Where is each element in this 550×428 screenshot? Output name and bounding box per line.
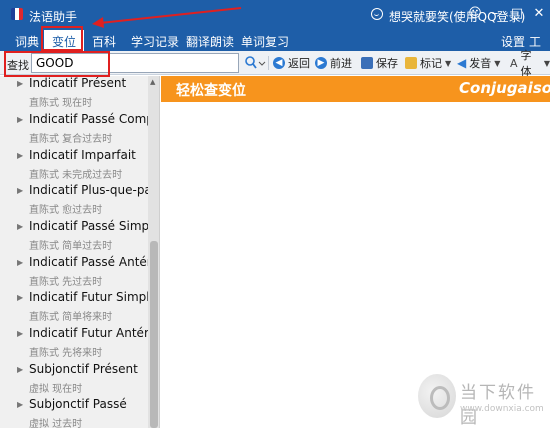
- pronounce-button[interactable]: ◀ 发音 ▼: [457, 55, 500, 71]
- expand-arrow-icon[interactable]: ▶: [17, 365, 23, 374]
- watermark-title: 当下软件园: [460, 383, 536, 428]
- expand-arrow-icon[interactable]: ▶: [17, 400, 23, 409]
- list-item[interactable]: ▶ Subjonctif Présent 虚拟 现在时: [0, 362, 148, 397]
- toolbar-divider: [268, 56, 269, 70]
- tense-name: Indicatif Futur Simple: [29, 290, 158, 304]
- save-button[interactable]: 保存: [361, 55, 398, 71]
- tense-name: Indicatif Imparfait: [29, 148, 136, 162]
- conjugation-list: ▶ Indicatif Présent 直陈式 现在时 ▶ Indicatif …: [0, 76, 160, 428]
- tense-name: Indicatif Futur Antérieur: [29, 326, 160, 340]
- tense-name: Indicatif Passé Composé: [29, 112, 159, 126]
- banner-title: 轻松查变位: [176, 83, 246, 99]
- back-label: 返回: [288, 57, 310, 70]
- user-icon[interactable]: [371, 8, 383, 20]
- forward-label: 前进: [330, 57, 352, 70]
- tense-description: 直陈式 复合过去时: [29, 134, 113, 145]
- conjugation-banner: 轻松查变位 Conjugaison: [161, 76, 550, 102]
- smiley-icon[interactable]: ☺: [467, 6, 483, 22]
- banner-subtitle: Conjugaison: [459, 79, 550, 97]
- site-watermark: 当下软件园 www.downxia.com: [414, 372, 550, 428]
- tab-translate-read[interactable]: 翻译朗读: [186, 33, 234, 50]
- minimize-button[interactable]: –: [487, 6, 503, 22]
- list-item[interactable]: ▶ Indicatif Passé Composé 直陈式 复合过去时: [0, 112, 159, 147]
- expand-arrow-icon[interactable]: ▶: [17, 115, 23, 124]
- tense-description: 直陈式 先过去时: [29, 277, 103, 288]
- expand-arrow-icon[interactable]: ▶: [17, 222, 23, 231]
- list-item[interactable]: ▶ Indicatif Futur Antérieur 直陈式 先将来时: [0, 326, 159, 361]
- tense-name: Subjonctif Passé: [29, 397, 127, 411]
- tense-name: Subjonctif Présent: [29, 362, 138, 376]
- pronounce-label: 发音: [469, 57, 492, 70]
- tense-name: Indicatif Présent: [29, 76, 127, 90]
- app-logo-icon: [11, 8, 23, 20]
- tense-description: 直陈式 先将来时: [29, 348, 103, 359]
- tab-dictionary[interactable]: 词典: [15, 33, 39, 50]
- tense-description: 直陈式 简单将来时: [29, 312, 113, 323]
- list-item[interactable]: ▶ Indicatif Plus-que-parfait 直陈式 愈过去时: [0, 183, 159, 218]
- save-icon: [361, 57, 373, 69]
- expand-arrow-icon[interactable]: ▶: [17, 329, 23, 338]
- expand-arrow-icon[interactable]: ▶: [17, 186, 23, 195]
- expand-arrow-icon[interactable]: ▶: [17, 151, 23, 160]
- tab-conjugation[interactable]: 变位: [44, 30, 85, 51]
- scrollbar-thumb[interactable]: [150, 241, 158, 428]
- tense-name: Indicatif Passé Simple: [29, 219, 160, 233]
- font-button[interactable]: A 字体 ▼: [510, 49, 550, 78]
- list-item[interactable]: ▶ Indicatif Présent 直陈式 现在时: [0, 76, 148, 111]
- bookmark-button[interactable]: 标记 ▼: [405, 55, 451, 71]
- expand-arrow-icon[interactable]: ▶: [17, 293, 23, 302]
- list-scrollbar[interactable]: ▲: [148, 76, 159, 428]
- menu-bar: 词典 变位 百科 学习记录 翻译朗读 单词复习 设置 工具: [0, 30, 550, 66]
- list-item[interactable]: ▶ Indicatif Imparfait 直陈式 未完成过去时: [0, 148, 148, 183]
- expand-arrow-icon[interactable]: ▶: [17, 258, 23, 267]
- watermark-url: www.downxia.com: [460, 404, 544, 414]
- chevron-down-icon: ▼: [445, 58, 452, 68]
- tense-description: 直陈式 愈过去时: [29, 205, 103, 216]
- forward-arrow-icon: ▶: [315, 57, 327, 69]
- search-input[interactable]: [31, 53, 239, 73]
- scroll-up-icon[interactable]: ▲: [150, 78, 155, 86]
- save-label: 保存: [376, 57, 398, 70]
- list-item[interactable]: ▶ Indicatif Passé Simple 直陈式 简单过去时: [0, 219, 159, 254]
- back-arrow-icon: ◀: [273, 57, 285, 69]
- search-icon[interactable]: [244, 55, 266, 71]
- speaker-icon: ◀: [457, 56, 467, 70]
- chevron-down-icon: ▼: [543, 58, 550, 68]
- tab-encyclopedia[interactable]: 百科: [92, 33, 116, 50]
- maximize-button[interactable]: □: [509, 6, 525, 22]
- title-bar: 法语助手 想哭就要笑(使用QQ登录) ☺ – □ ✕: [0, 0, 550, 30]
- tab-word-review[interactable]: 单词复习: [241, 33, 289, 50]
- watermark-logo-icon: [418, 374, 456, 418]
- app-title: 法语助手: [29, 10, 78, 24]
- list-item[interactable]: ▶ Indicatif Futur Simple 直陈式 简单将来时: [0, 290, 157, 325]
- user-label[interactable]: 想哭就要笑(使用QQ登录): [389, 8, 525, 25]
- expand-arrow-icon[interactable]: ▶: [17, 79, 23, 88]
- tense-description: 虚拟 过去时: [29, 419, 83, 428]
- toolbar: 查找 ◀ 返回 ▶ 前进 保存 标记 ▼ ◀ 发音 ▼ A 字体 ▼: [0, 49, 550, 78]
- tense-name: Indicatif Passé Antérieur: [29, 255, 159, 269]
- tense-description: 直陈式 未完成过去时: [29, 170, 123, 181]
- chevron-down-icon: ▼: [494, 58, 501, 68]
- forward-button[interactable]: ▶ 前进: [315, 55, 352, 71]
- back-button[interactable]: ◀ 返回: [273, 55, 310, 71]
- tense-description: 直陈式 简单过去时: [29, 241, 113, 252]
- bookmark-label: 标记: [420, 57, 442, 70]
- tense-description: 虚拟 现在时: [29, 384, 83, 395]
- bookmark-icon: [405, 57, 417, 69]
- close-button[interactable]: ✕: [531, 6, 547, 22]
- list-item[interactable]: ▶ Indicatif Passé Antérieur 直陈式 先过去时: [0, 255, 159, 290]
- font-icon: A: [510, 56, 518, 70]
- tab-study-record[interactable]: 学习记录: [131, 33, 179, 50]
- tense-description: 直陈式 现在时: [29, 98, 93, 109]
- search-label: 查找: [7, 59, 29, 72]
- font-label: 字体: [520, 49, 532, 78]
- list-item[interactable]: ▶ Subjonctif Passé 虚拟 过去时: [0, 397, 148, 428]
- tense-name: Indicatif Plus-que-parfait: [29, 183, 159, 197]
